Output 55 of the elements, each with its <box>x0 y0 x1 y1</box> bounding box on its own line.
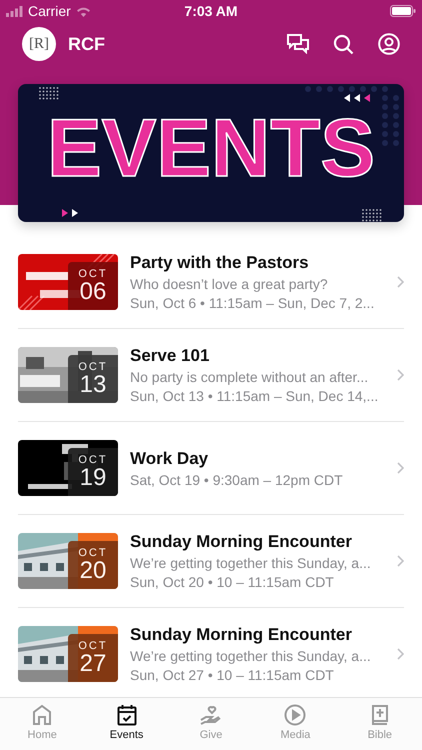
chevron-icon <box>397 276 404 288</box>
hand-heart-icon <box>199 704 224 726</box>
halftone-drawing <box>382 95 399 146</box>
event-day: 27 <box>80 652 106 676</box>
event-time: Sat, Oct 19 • 9:30am – 12pm CDT <box>130 472 344 488</box>
calendar-check-icon <box>116 704 137 726</box>
event-time: Sun, Oct 27 • 10 – 11:15am CDT <box>130 667 335 683</box>
event-title: Party with the Pastors <box>130 253 310 273</box>
event-row[interactable]: OCT 19 Work Day Sat, Oct 19 • 9:30am – 12pm CDT <box>18 422 404 515</box>
event-day: 19 <box>80 466 106 490</box>
event-month: OCT <box>78 640 108 652</box>
event-time: Sun, Oct 6 • 11:15am – Sun, Dec 7, 2... <box>130 295 376 311</box>
carrier-label: Carrier <box>28 3 71 19</box>
event-description: We’re getting together this Sunday, a... <box>130 555 372 571</box>
event-day: 13 <box>80 373 106 398</box>
book-icon <box>370 704 389 726</box>
wifi-icon <box>76 6 91 16</box>
chevron-icon <box>397 369 404 381</box>
event-description: No party is complete without an after... <box>130 369 370 385</box>
event-row[interactable]: OCT 13 Serve 101 No party is complete without an after... Sun, Oct 13 • 11:15am – Sun, Dec 14,... <box>18 329 404 422</box>
event-day: 06 <box>80 280 106 304</box>
chat-icon[interactable] <box>287 34 309 54</box>
banner-title: EVENTS <box>46 103 376 194</box>
event-description: Who doesn’t love a great party? <box>130 276 329 292</box>
dot-grid-drawing <box>362 209 382 222</box>
arrows-drawing <box>62 209 78 217</box>
church-logo[interactable]: [R] <box>22 27 56 61</box>
play-circle-icon <box>284 704 306 726</box>
chevron-icon <box>397 648 404 660</box>
signal-icon <box>6 6 23 16</box>
tab[interactable]: Events <box>84 698 169 750</box>
event-month: OCT <box>78 546 108 560</box>
event-title: Work Day <box>130 448 210 468</box>
search-icon[interactable] <box>333 34 354 54</box>
battery-icon <box>390 5 416 17</box>
dot-grid-drawing <box>39 87 58 100</box>
app-title: RCF <box>68 34 105 54</box>
event-time: Sun, Oct 13 • 11:15am – Sun, Dec 14,... <box>130 388 380 404</box>
event-month: OCT <box>78 360 108 374</box>
event-time: Sun, Oct 20 • 10 – 11:15am CDT <box>130 574 335 590</box>
event-row[interactable]: OCT 06 Party with the Pastors Who doesn’t love a great party? Sun, Oct 6 • 11:15am – Sun, Dec 7, 2... <box>18 236 404 329</box>
arrows-drawing <box>344 94 370 102</box>
event-description: We’re getting together this Sunday, a... <box>130 648 372 664</box>
event-month: OCT <box>78 268 108 280</box>
event-month: OCT <box>78 454 108 466</box>
chevron-icon <box>397 555 404 567</box>
event-day: 20 <box>80 559 106 584</box>
status-time: 7:03 AM <box>184 3 238 19</box>
event-title: Sunday Morning Encounter <box>130 625 353 645</box>
event-row[interactable]: OCT 20 Sunday Morning Encounter We’re getting together this Sunday, a... Sun, Oct 20 • 10 – 11:15am CDT <box>18 515 404 608</box>
home-icon <box>32 704 52 726</box>
event-title: Serve 101 <box>130 346 210 366</box>
event-title: Sunday Morning Encounter <box>130 532 353 552</box>
profile-icon[interactable] <box>378 33 400 55</box>
chevron-icon <box>397 462 404 474</box>
